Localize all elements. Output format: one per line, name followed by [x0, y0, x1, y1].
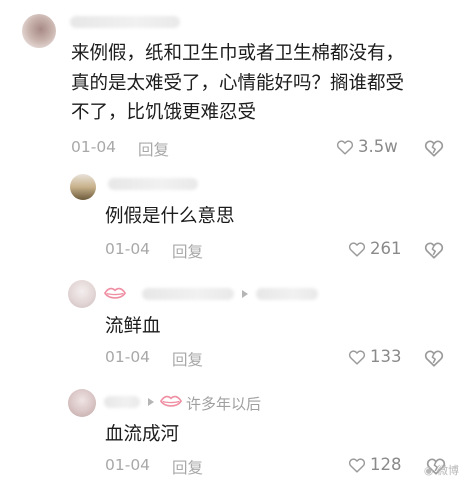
reply-button[interactable]: 回复 — [138, 138, 169, 160]
weibo-logo-icon: ◉ — [423, 464, 434, 477]
like-button[interactable]: 128 — [348, 455, 402, 474]
broken-heart-icon[interactable] — [424, 241, 444, 259]
username-blurred[interactable] — [108, 178, 198, 190]
like-count: 261 — [370, 239, 402, 258]
comment-date: 01-04 — [105, 456, 151, 474]
comment-date: 01-04 — [105, 240, 151, 258]
reply-target-name[interactable]: 许多年以后 — [186, 393, 261, 414]
lips-icon — [104, 287, 126, 299]
comment-1: 来例假，纸和卫生巾或者卫生棉都没有， 真的是太难受了，心情能好吗？搁谁都受 不了… — [0, 0, 465, 170]
comment-date: 01-04 — [105, 348, 151, 366]
triangle-right-icon — [148, 398, 154, 406]
avatar[interactable] — [70, 174, 96, 200]
avatar[interactable] — [68, 389, 96, 417]
heart-outline-icon — [336, 139, 354, 155]
comment-text-line: 来例假，纸和卫生巾或者卫生棉都没有， — [71, 43, 405, 64]
reply-button[interactable]: 回复 — [172, 348, 203, 370]
username-blurred[interactable] — [142, 288, 234, 300]
lips-icon — [160, 395, 182, 407]
comment-text-line: 真的是太难受了，心情能好吗？搁谁都受 — [71, 73, 405, 94]
avatar[interactable] — [22, 14, 56, 48]
reply-target-blurred[interactable] — [256, 288, 318, 300]
comment-text: 流鲜血 — [105, 316, 161, 337]
username-blurred[interactable] — [70, 16, 180, 28]
reply-button[interactable]: 回复 — [172, 456, 203, 478]
heart-outline-icon — [348, 349, 366, 365]
reply-button[interactable]: 回复 — [172, 240, 203, 262]
comment-text: 血流成河 — [105, 424, 180, 445]
like-count: 3.5w — [358, 137, 398, 156]
comment-date: 01-04 — [71, 138, 117, 156]
watermark-text: 微博 — [437, 464, 459, 477]
broken-heart-icon[interactable] — [424, 139, 444, 157]
like-count: 133 — [370, 347, 402, 366]
heart-outline-icon — [348, 241, 366, 257]
like-button[interactable]: 261 — [348, 239, 402, 258]
comment-4: 许多年以后 血流成河 01-04 回复 128 — [0, 384, 465, 492]
comment-3: 流鲜血 01-04 回复 133 — [0, 274, 465, 384]
heart-outline-icon — [348, 457, 366, 473]
like-button[interactable]: 3.5w — [336, 137, 398, 156]
comment-text: 例假是什么意思 — [105, 206, 235, 227]
triangle-right-icon — [242, 290, 248, 298]
avatar[interactable] — [68, 280, 96, 308]
like-button[interactable]: 133 — [348, 347, 402, 366]
comment-text-line: 不了，比饥饿更难忍受 — [71, 102, 257, 123]
username-blurred[interactable] — [104, 396, 140, 408]
like-count: 128 — [370, 455, 402, 474]
watermark: ◉ 微博 — [424, 462, 459, 478]
broken-heart-icon[interactable] — [424, 349, 444, 367]
comment-2: 例假是什么意思 01-04 回复 261 — [0, 170, 465, 274]
